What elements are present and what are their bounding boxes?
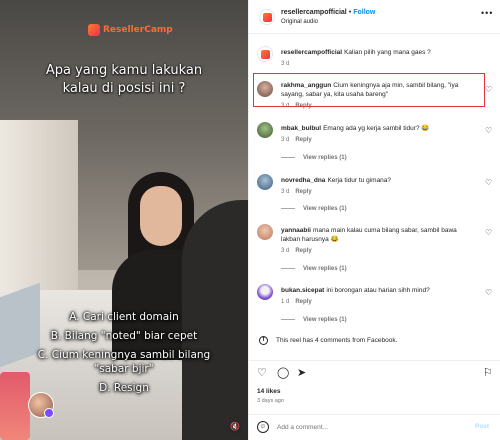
video-headline: Apa yang kamu lakukan kalau di posisi in… xyxy=(0,62,248,98)
header-user: resellercampofficial • Follow xyxy=(281,9,375,16)
comment-body: mbak_bulbul Emang ada yg kerja sambil tid… xyxy=(281,124,477,133)
heart-icon[interactable]: ♡ xyxy=(485,178,492,187)
caption-avatar[interactable] xyxy=(257,46,273,62)
add-comment-input[interactable] xyxy=(277,421,457,434)
comment-meta: 3 d Reply xyxy=(281,137,312,143)
reply-button[interactable]: Reply xyxy=(295,299,311,305)
video-door xyxy=(0,120,78,300)
comment-body: bukan.sicepat ini borongan atau harian si… xyxy=(281,286,477,295)
caption-body: resellercampofficial Kalian pilih yang ma… xyxy=(281,48,477,57)
reply-button[interactable]: Reply xyxy=(295,248,311,254)
comment-meta: 3 d Reply xyxy=(281,248,312,254)
action-bar: ♡ ◯ ➤ ⚐ xyxy=(249,360,500,384)
comment-meta: 1 d Reply xyxy=(281,299,312,305)
comment-username[interactable]: mbak_bulbul xyxy=(281,125,321,132)
caption-username[interactable]: resellercampofficial xyxy=(281,49,342,56)
original-audio-link[interactable]: Original audio xyxy=(281,19,318,25)
comment-body: novredha_dna Kerja tidur tu gimana? xyxy=(281,176,477,185)
comment-avatar[interactable] xyxy=(257,174,273,190)
comment-username[interactable]: yannaabii xyxy=(281,227,311,234)
option-a: A. Cari client domain xyxy=(69,311,179,323)
caption-meta: 3 d xyxy=(281,61,289,67)
facebook-note-text: This reel has 4 comments from Facebook. xyxy=(276,337,398,345)
account-avatar[interactable] xyxy=(259,9,275,25)
view-replies-button[interactable]: View replies (1) xyxy=(281,206,347,212)
more-horizontal-icon[interactable]: ••• xyxy=(481,8,493,18)
comment-body: yannaabii mana main kalau cuma bilang sab… xyxy=(281,226,477,244)
video-person-face xyxy=(140,186,182,246)
likes-count[interactable]: 14 likes xyxy=(257,388,281,395)
headline-line: kalau di posisi ini ? xyxy=(62,81,186,96)
video-avatar-badge xyxy=(44,408,54,418)
comment-avatar[interactable] xyxy=(257,122,273,138)
comments-panel: resellercampofficial • Follow Original aud… xyxy=(248,0,500,440)
comment-username[interactable]: bukan.sicepat xyxy=(281,287,324,294)
headline-line: Apa yang kamu lakukan xyxy=(45,63,203,78)
add-comment-bar: ☺ Post xyxy=(249,414,500,440)
video-options: A. Cari client domain B. Bilang "noted" … xyxy=(0,310,248,400)
reply-button[interactable]: Reply xyxy=(295,137,311,143)
highlight-box xyxy=(253,73,485,107)
comment-text: Emang ada yg kerja sambil tidur? 😂 xyxy=(323,125,430,132)
follow-button[interactable]: Follow xyxy=(353,9,375,16)
resellercamp-logo-icon xyxy=(88,24,100,36)
post-button[interactable]: Post xyxy=(475,423,489,430)
speaker-muted-icon[interactable]: 🔇 xyxy=(228,420,242,434)
comment-avatar[interactable] xyxy=(257,224,273,240)
option-c: C. Cium keningnya sambil bilang xyxy=(37,349,211,361)
heart-icon[interactable]: ♡ xyxy=(485,288,492,297)
comment-text: ini borongan atau harian sihh mind? xyxy=(326,287,430,294)
comment-username[interactable]: novredha_dna xyxy=(281,177,325,184)
comment-text: Kerja tidur tu gimana? xyxy=(327,177,392,184)
comment-avatar[interactable] xyxy=(257,284,273,300)
comment-time[interactable]: 3 d xyxy=(281,248,289,254)
resellercamp-logo-text: ResellerCamp xyxy=(103,25,173,35)
option-c-continued: "sabar bjir" xyxy=(94,363,154,375)
view-replies-button[interactable]: View replies (1) xyxy=(281,266,347,272)
heart-icon[interactable]: ♡ xyxy=(257,367,267,379)
resellercamp-logo: ResellerCamp xyxy=(88,24,173,36)
comment-time[interactable]: 3 d xyxy=(281,137,289,143)
comment-time[interactable]: 3 d xyxy=(281,189,289,195)
post-date: 3 days ago xyxy=(257,398,284,404)
comment-time[interactable]: 1 d xyxy=(281,299,289,305)
view-replies-button[interactable]: View replies (1) xyxy=(281,317,347,323)
facebook-icon: f xyxy=(259,336,268,345)
facebook-comments-note: f This reel has 4 comments from Facebook. xyxy=(259,336,397,345)
comment-meta: 3 d Reply xyxy=(281,189,312,195)
post-header: resellercampofficial • Follow Original aud… xyxy=(249,0,500,34)
reply-button[interactable]: Reply xyxy=(295,189,311,195)
heart-icon[interactable]: ♡ xyxy=(485,85,492,94)
view-replies-button[interactable]: View replies (1) xyxy=(281,155,347,161)
option-b: B. Bilang "noted" biar cepet xyxy=(50,330,198,342)
bookmark-icon[interactable]: ⚐ xyxy=(483,367,493,379)
header-separator: • xyxy=(348,9,352,16)
emoji-icon[interactable]: ☺ xyxy=(257,421,269,433)
heart-icon[interactable]: ♡ xyxy=(485,228,492,237)
caption-text: Kalian pilih yang mana gaes ? xyxy=(344,49,431,56)
heart-icon[interactable]: ♡ xyxy=(485,126,492,135)
comment-icon[interactable]: ◯ xyxy=(277,367,289,379)
caption-time[interactable]: 3 d xyxy=(281,61,289,67)
send-icon[interactable]: ➤ xyxy=(297,367,306,379)
header-username[interactable]: resellercampofficial xyxy=(281,9,347,16)
reel-video[interactable]: ResellerCamp Apa yang kamu lakukan kalau… xyxy=(0,0,248,440)
instagram-reel-view: ResellerCamp Apa yang kamu lakukan kalau… xyxy=(0,0,500,440)
